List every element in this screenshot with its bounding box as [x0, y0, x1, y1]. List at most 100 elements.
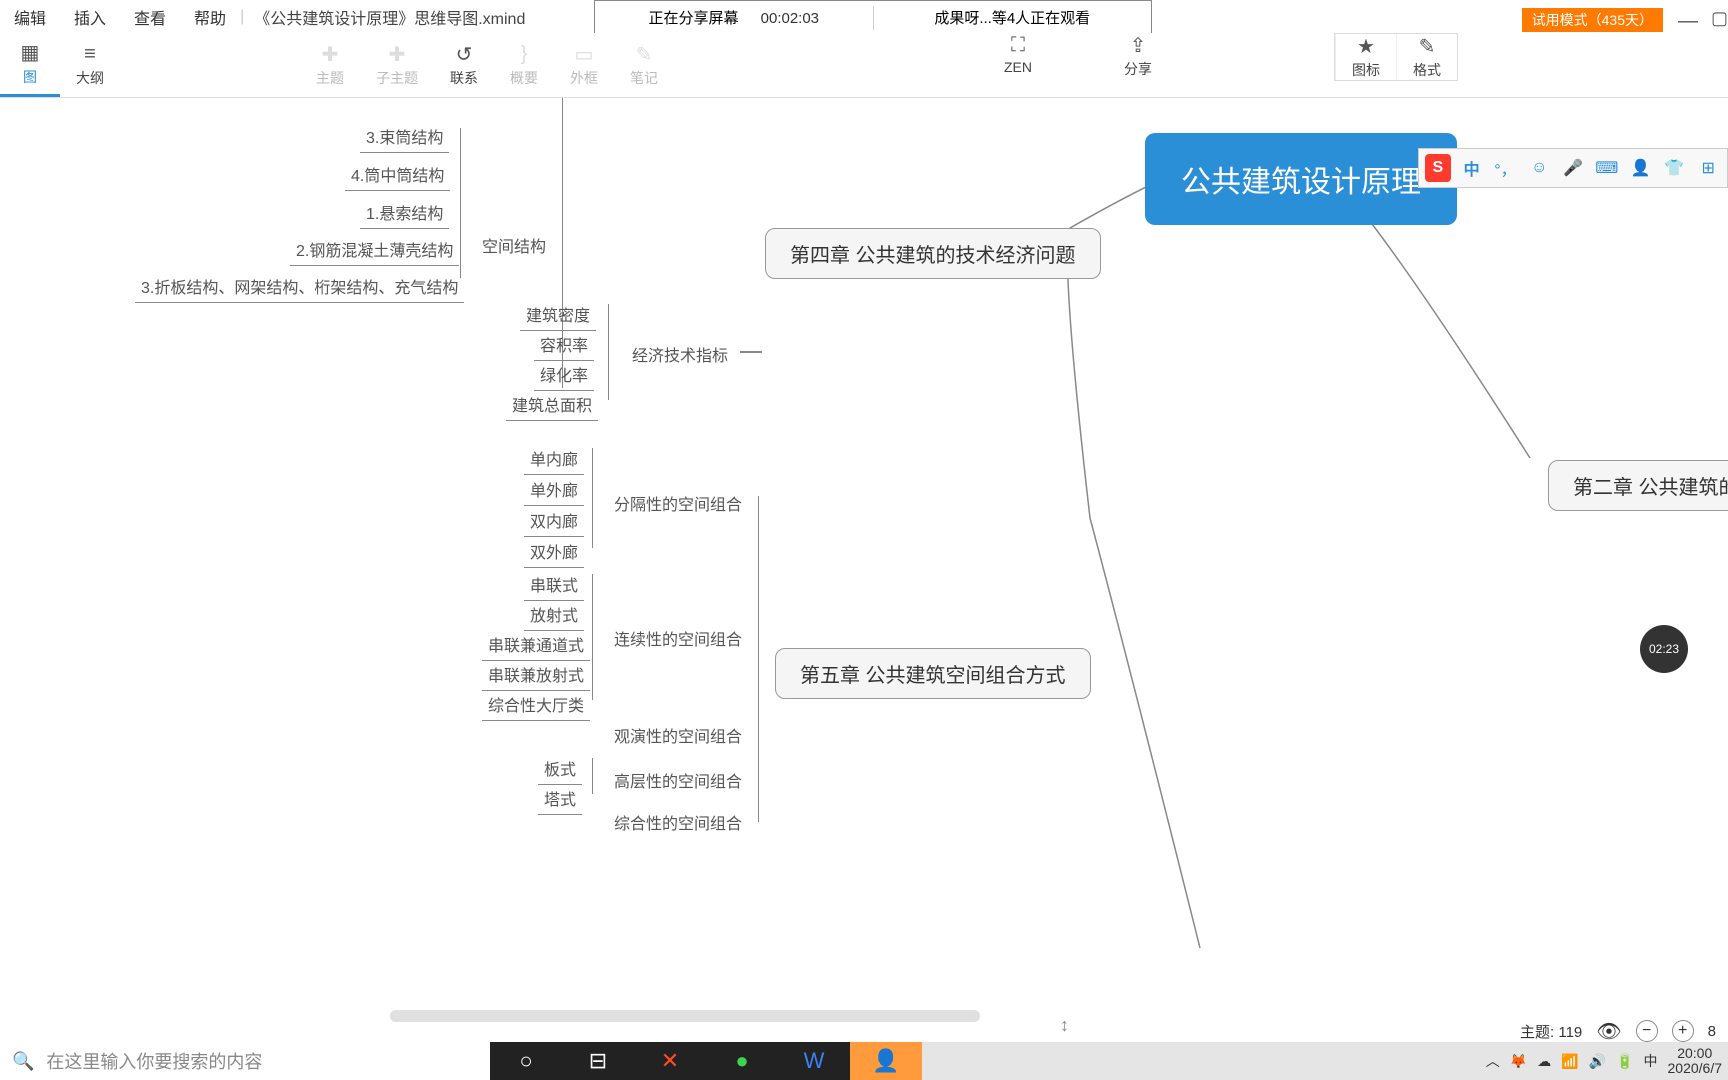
leaf-e3[interactable]: 绿化率: [534, 358, 594, 391]
zoom-in-button[interactable]: +: [1672, 1020, 1694, 1042]
btn-boundary[interactable]: ▭外框: [554, 33, 614, 97]
app-wps-icon[interactable]: W: [778, 1042, 850, 1080]
btn-format[interactable]: ✎格式: [1396, 34, 1457, 80]
screen-share-bar: 正在分享屏幕 00:02:03 成果呀...等4人正在观看: [594, 0, 1152, 35]
ime-mic-icon[interactable]: 🎤: [1560, 154, 1586, 182]
viewers-label[interactable]: 成果呀...等4人正在观看: [874, 7, 1152, 28]
toolbar-center: ⛶ZEN ⇪分享: [988, 33, 1168, 79]
menu-help[interactable]: 帮助: [180, 5, 240, 29]
plus-icon: ✚: [383, 42, 411, 66]
topic-count: 主题: 119: [1520, 1021, 1582, 1042]
menu-edit[interactable]: 编辑: [0, 5, 60, 29]
ime-logo-icon[interactable]: S: [1425, 154, 1451, 182]
ime-punct-icon[interactable]: °，: [1493, 154, 1519, 182]
share-status: 正在分享屏幕 00:02:03: [595, 7, 873, 28]
btn-relation[interactable]: ↺联系: [434, 33, 494, 97]
root-node[interactable]: 公共建筑设计原理: [1145, 133, 1457, 225]
video-timestamp-bubble[interactable]: 02:23: [1640, 625, 1688, 673]
leaf-l2[interactable]: 放射式: [524, 598, 584, 631]
toolbar: ▦图 ≡大纲 ✚主题 ✚子主题 ↺联系 }概要 ▭外框 ✎笔记: [0, 33, 1728, 98]
leaf-c1[interactable]: 单内廊: [524, 442, 584, 475]
leaf-c3[interactable]: 双内廊: [524, 504, 584, 537]
note-icon: ✎: [630, 42, 658, 66]
eye-icon[interactable]: 👁: [1596, 1019, 1621, 1044]
leaf-l1[interactable]: 串联式: [524, 568, 584, 601]
ime-lang-icon[interactable]: 中: [1459, 154, 1485, 182]
label-econ-index[interactable]: 经济技术指标: [632, 342, 728, 366]
leaf-c2[interactable]: 单外廊: [524, 473, 584, 506]
system-tray: ︿ 🦊 ☁ 📶 🔊 🔋 中 20:00 2020/6/7: [1486, 1046, 1728, 1077]
tray-wifi-icon[interactable]: 📶: [1561, 1053, 1578, 1070]
zoom-level: 8: [1708, 1023, 1716, 1040]
taskbar-search[interactable]: 🔍 在这里输入你要搜索的内容: [0, 1042, 490, 1080]
taskbar-clock[interactable]: 20:00 2020/6/7: [1668, 1046, 1723, 1077]
leaf-s3[interactable]: 1.悬索结构: [360, 196, 449, 229]
window-maximize-icon[interactable]: ▢: [1711, 8, 1728, 29]
summary-icon: }: [510, 42, 538, 66]
chapter-2-node[interactable]: 第二章 公共建筑的功: [1548, 460, 1728, 511]
taskview-icon[interactable]: ⊟: [562, 1042, 634, 1080]
leaf-s1[interactable]: 3.束筒结构: [360, 120, 449, 153]
menu-view[interactable]: 查看: [120, 5, 180, 29]
btn-summary[interactable]: }概要: [494, 33, 554, 97]
horizontal-scrollbar[interactable]: [390, 1010, 980, 1022]
leaf-e1[interactable]: 建筑密度: [520, 298, 596, 331]
window-minimize-icon[interactable]: —: [1678, 10, 1698, 33]
leaf-l3[interactable]: 串联兼通道式: [482, 628, 590, 661]
btn-topic[interactable]: ✚主题: [300, 33, 360, 97]
tray-volume-icon[interactable]: 🔊: [1589, 1053, 1606, 1070]
label-comp[interactable]: 综合性的空间组合: [614, 810, 742, 834]
cortana-icon[interactable]: ○: [490, 1042, 562, 1080]
btn-zen[interactable]: ⛶ZEN: [988, 33, 1048, 75]
ime-keyboard-icon[interactable]: ⌨: [1594, 154, 1620, 182]
tray-chevron-icon[interactable]: ︿: [1486, 1051, 1500, 1071]
label-cont[interactable]: 连续性的空间组合: [614, 626, 742, 650]
label-space-structure[interactable]: 空间结构: [482, 233, 546, 257]
star-icon: ★: [1352, 34, 1380, 58]
app-xmind-icon[interactable]: ✕: [634, 1042, 706, 1080]
zoom-out-button[interactable]: −: [1636, 1020, 1658, 1042]
ime-user-icon[interactable]: 👤: [1628, 154, 1654, 182]
label-high[interactable]: 高层性的空间组合: [614, 768, 742, 792]
ime-toolbar[interactable]: S 中 °， ☺ 🎤 ⌨ 👤 👕 ⊞: [1418, 148, 1728, 188]
leaf-l5[interactable]: 综合性大厅类: [482, 688, 590, 721]
outline-icon: ≡: [76, 42, 104, 66]
leaf-e4[interactable]: 建筑总面积: [506, 388, 598, 421]
plus-icon: ✚: [316, 42, 344, 66]
map-icon: ▦: [16, 41, 44, 65]
windows-taskbar: 🔍 在这里输入你要搜索的内容 ○ ⊟ ✕ ● W 👤 ︿ 🦊 ☁ 📶 🔊 🔋 中…: [0, 1042, 1728, 1080]
mindmap-canvas[interactable]: 公共建筑设计原理 第四章 公共建筑的技术经济问题 第五章 公共建筑空间组合方式 …: [0, 98, 1728, 1020]
label-sep[interactable]: 分隔性的空间组合: [614, 491, 742, 515]
leaf-s5[interactable]: 3.折板结构、网架结构、桁架结构、充气结构: [135, 270, 464, 303]
tab-map[interactable]: ▦图: [0, 33, 60, 97]
app-wechat-icon[interactable]: ●: [706, 1042, 778, 1080]
tab-outline[interactable]: ≡大纲: [60, 33, 120, 97]
trial-badge[interactable]: 试用模式（435天）: [1522, 8, 1663, 32]
tray-battery-icon[interactable]: 🦊: [1510, 1053, 1527, 1070]
chapter-4-node[interactable]: 第四章 公共建筑的技术经济问题: [765, 228, 1101, 279]
tray-lang[interactable]: 中: [1644, 1051, 1658, 1071]
leaf-s4[interactable]: 2.钢筋混凝土薄壳结构: [290, 233, 459, 266]
zen-icon: ⛶: [1004, 33, 1032, 57]
leaf-s2[interactable]: 4.筒中筒结构: [345, 158, 450, 191]
leaf-h1[interactable]: 板式: [538, 752, 582, 785]
btn-share[interactable]: ⇪分享: [1108, 33, 1168, 79]
label-view[interactable]: 观演性的空间组合: [614, 723, 742, 747]
leaf-e2[interactable]: 容积率: [534, 328, 594, 361]
menu-insert[interactable]: 插入: [60, 5, 120, 29]
leaf-l4[interactable]: 串联兼放射式: [482, 658, 590, 691]
ime-emoji-icon[interactable]: ☺: [1526, 154, 1552, 182]
leaf-c4[interactable]: 双外廊: [524, 535, 584, 568]
ime-tool-icon[interactable]: ⊞: [1695, 154, 1721, 182]
leaf-h2[interactable]: 塔式: [538, 782, 582, 815]
btn-subtopic[interactable]: ✚子主题: [360, 33, 434, 97]
btn-note[interactable]: ✎笔记: [614, 33, 674, 97]
tray-power-icon[interactable]: 🔋: [1616, 1053, 1633, 1070]
boundary-icon: ▭: [570, 42, 598, 66]
chapter-5-node[interactable]: 第五章 公共建筑空间组合方式: [775, 648, 1091, 699]
ime-skin-icon[interactable]: 👕: [1661, 154, 1687, 182]
document-filename: 《公共建筑设计原理》思维导图.xmind: [244, 5, 525, 29]
app-meeting-icon[interactable]: 👤: [850, 1042, 922, 1080]
tray-onedrive-icon[interactable]: ☁: [1537, 1053, 1551, 1070]
btn-icon[interactable]: ★图标: [1335, 34, 1396, 80]
